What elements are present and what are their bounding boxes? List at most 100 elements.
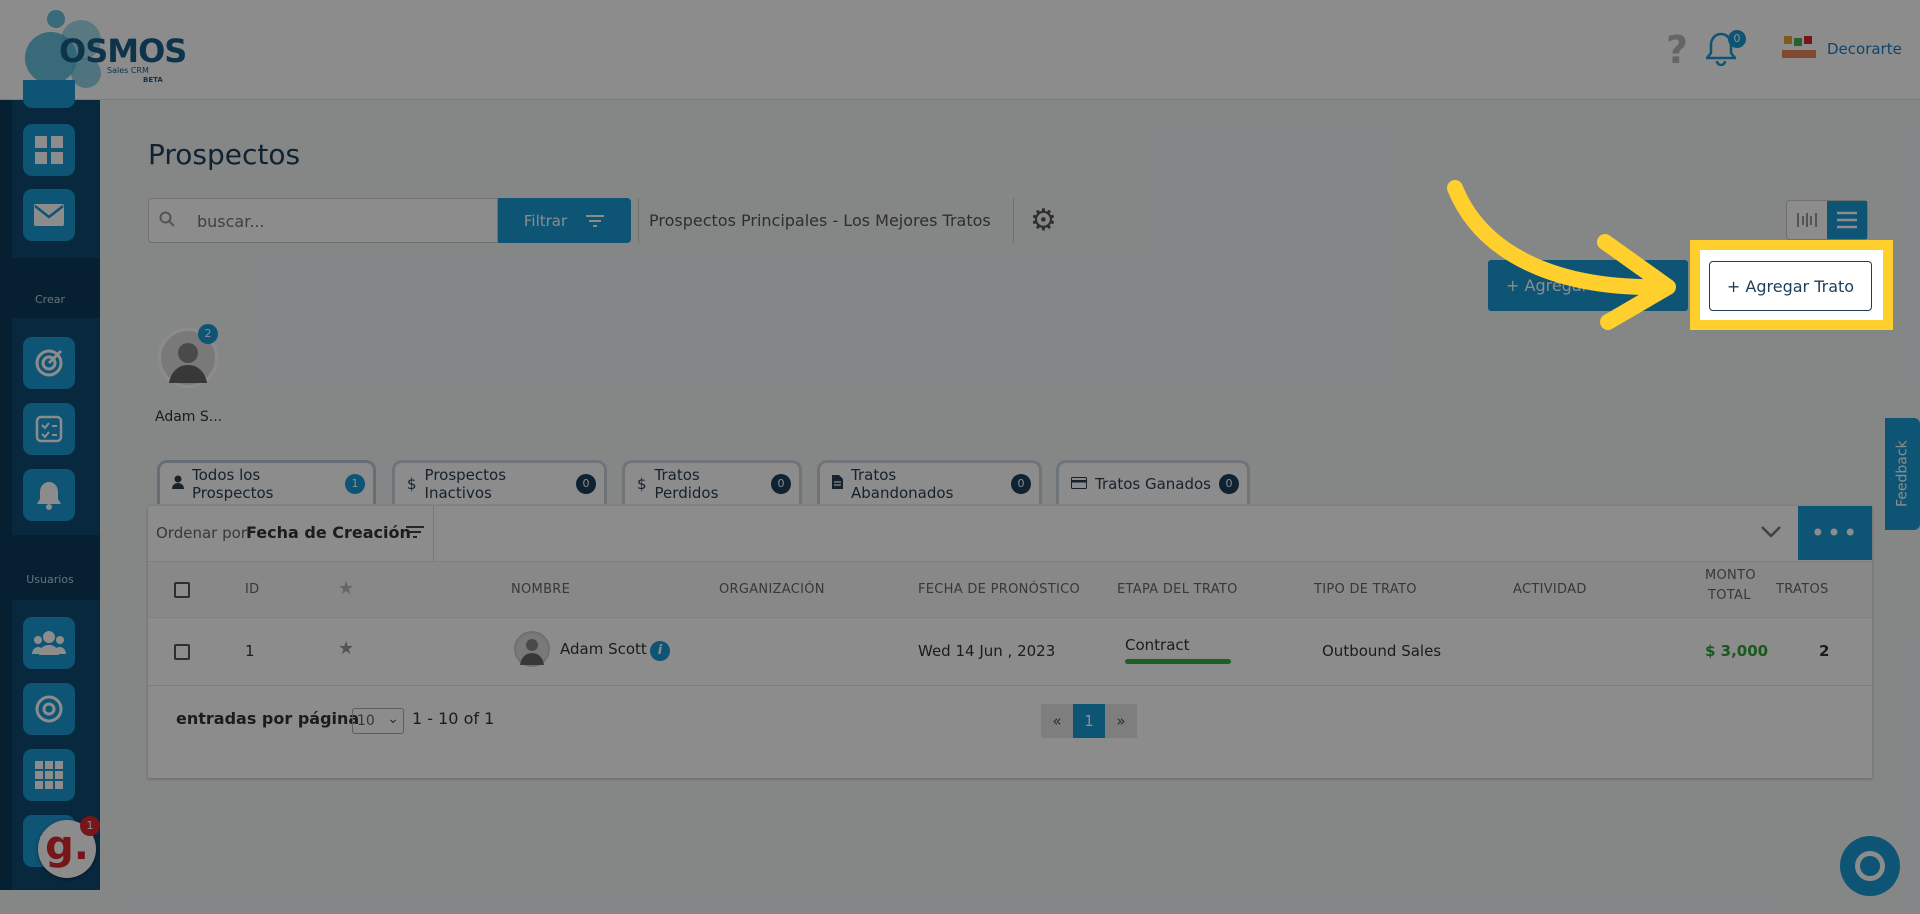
col-organization[interactable]: ORGANIZACIÓN — [719, 582, 825, 597]
col-activity[interactable]: ACTIVIDAD — [1513, 582, 1587, 597]
chat-launcher-icon[interactable] — [1840, 836, 1900, 896]
sort-value[interactable]: Fecha de Creación — [246, 523, 411, 542]
filter-button-label: Filtrar — [523, 211, 568, 230]
select-all-checkbox[interactable] — [174, 582, 190, 598]
row-deal-count: 2 — [1819, 642, 1830, 660]
col-forecast-date[interactable]: FECHA DE PRONÓSTICO — [918, 582, 1080, 597]
tab-label: Tratos Perdidos — [654, 465, 719, 502]
stage-progress-bar — [1125, 659, 1231, 664]
page-size-select[interactable]: 10 ⌄ — [352, 708, 404, 734]
list-view-button[interactable] — [1827, 201, 1867, 239]
sort-filter-icon[interactable] — [405, 520, 425, 544]
tab-count: 0 — [771, 473, 791, 494]
g-widget-button[interactable]: g. 1 — [38, 816, 100, 878]
next-page-button[interactable]: » — [1105, 704, 1137, 738]
osmos-logo[interactable]: OSMOS Sales CRM BETA — [25, 10, 187, 90]
entries-per-page-label: entradas por página — [176, 709, 360, 728]
chevron-down-icon[interactable] — [1760, 520, 1782, 545]
current-page-button[interactable]: 1 — [1073, 704, 1105, 738]
page-title: Prospectos — [148, 138, 301, 171]
table-row[interactable]: 1 ★ Adam Scott i Wed 14 Jun , 2023 Contr… — [148, 618, 1872, 686]
more-options-button[interactable]: ••• — [1798, 506, 1872, 560]
tab-label: Prospectos Inactivos — [424, 465, 507, 502]
tab-count: 0 — [1219, 473, 1239, 494]
file-icon — [832, 474, 843, 493]
col-amount[interactable]: MONTO — [1705, 568, 1756, 583]
page-size-value: 10 — [357, 713, 375, 729]
row-total-amount: $ 3,000 — [1705, 642, 1769, 660]
filter-icon — [586, 214, 605, 227]
sort-divider — [433, 506, 434, 562]
sidebar-dashboard-button[interactable] — [23, 124, 75, 176]
sidebar-button-partial[interactable] — [23, 80, 75, 108]
pipeline-selector[interactable]: Prospectos Principales - Los Mejores Tra… — [638, 198, 1014, 243]
tab-count: 0 — [1011, 473, 1031, 494]
tab-inactive-prospects[interactable]: $ Prospectos Inactivos 0 — [392, 460, 607, 504]
pagination: « 1 » — [1041, 704, 1137, 738]
row-deal-type: Outbound Sales — [1322, 642, 1442, 660]
star-icon[interactable]: ★ — [338, 638, 354, 659]
sidebar: Crear Usuarios ⚙ — [0, 80, 100, 890]
col-deal-type[interactable]: TIPO DE TRATO — [1314, 582, 1417, 597]
tab-count: 1 — [345, 473, 365, 494]
page-range: 1 - 10 of 1 — [412, 709, 495, 728]
search-input[interactable] — [197, 208, 477, 234]
row-id: 1 — [245, 642, 255, 660]
tab-abandoned-deals[interactable]: Tratos Abandonados 0 — [817, 460, 1042, 504]
tab-all-prospects[interactable]: Todos los Prospectos 1 — [157, 460, 376, 504]
col-id[interactable]: ID — [245, 582, 259, 597]
tab-label: Tratos Abandonados — [851, 465, 954, 502]
alert-icon — [37, 482, 61, 510]
sidebar-users-button[interactable] — [23, 617, 75, 669]
info-icon[interactable]: i — [650, 641, 670, 661]
feedback-tab[interactable]: Feedback — [1885, 418, 1920, 530]
sidebar-mail-button[interactable] — [23, 189, 75, 241]
tab-won-deals[interactable]: Tratos Ganados 0 — [1056, 460, 1250, 504]
prev-page-button[interactable]: « — [1041, 704, 1073, 738]
col-deal-stage[interactable]: ETAPA DEL TRATO — [1117, 582, 1238, 597]
owner-badge: 2 — [198, 324, 218, 344]
logo-subtitle: Sales CRM — [107, 66, 149, 75]
row-checkbox[interactable] — [174, 644, 190, 660]
kanban-view-button[interactable] — [1787, 201, 1827, 239]
notifications-bell-icon[interactable]: 0 — [1704, 30, 1746, 68]
sidebar-grid-button[interactable] — [23, 749, 75, 801]
sidebar-create-task-button[interactable] — [23, 403, 75, 455]
highlight-frame: + Agregar Trato — [1690, 240, 1893, 330]
g-widget-count: 1 — [80, 816, 100, 836]
company-logo — [1780, 34, 1818, 62]
tab-label: Tratos Ganados — [1095, 474, 1211, 493]
sort-label: Ordenar por: — [156, 524, 252, 542]
logo-wordmark: OSMOS — [59, 32, 187, 70]
row-forecast-date: Wed 14 Jun , 2023 — [918, 642, 1056, 660]
pipeline-settings-gear-icon[interactable]: ⚙ — [1030, 203, 1057, 238]
sidebar-create-target-button[interactable] — [23, 337, 75, 389]
company-name-link[interactable]: Decorarte — [1827, 40, 1902, 58]
col-name[interactable]: NOMBRE — [511, 582, 570, 597]
dashboard-icon — [35, 136, 63, 164]
col-total[interactable]: TOTAL — [1708, 588, 1750, 603]
star-icon[interactable]: ★ — [338, 578, 354, 599]
tab-lost-deals[interactable]: $ Tratos Perdidos 0 — [622, 460, 802, 504]
dollar-icon: $ — [637, 474, 647, 493]
list-view-icon — [1837, 211, 1857, 229]
mail-icon — [34, 204, 64, 226]
notifications-count: 0 — [1728, 30, 1746, 48]
sidebar-create-alert-button[interactable] — [23, 469, 75, 521]
help-icon[interactable]: ? — [1666, 28, 1688, 72]
grid-icon — [35, 761, 63, 789]
filter-button[interactable]: Filtrar — [498, 198, 631, 243]
target-icon — [35, 349, 63, 377]
add-deal-button[interactable]: + Agregar Trato — [1709, 261, 1872, 311]
top-header: OSMOS Sales CRM BETA ? 0 Decorarte — [0, 0, 1920, 100]
row-name-link[interactable]: Adam Scott — [560, 640, 647, 658]
sidebar-goals-button[interactable] — [23, 683, 75, 735]
goal-icon — [35, 695, 63, 723]
users-icon — [32, 631, 66, 655]
tasks-icon — [35, 415, 63, 443]
sidebar-section-users: Usuarios — [26, 573, 74, 586]
chevron-down-icon: ⌄ — [387, 711, 399, 727]
tab-count: 0 — [576, 473, 596, 494]
view-toggle — [1786, 200, 1868, 240]
col-deals[interactable]: TRATOS — [1776, 582, 1829, 597]
